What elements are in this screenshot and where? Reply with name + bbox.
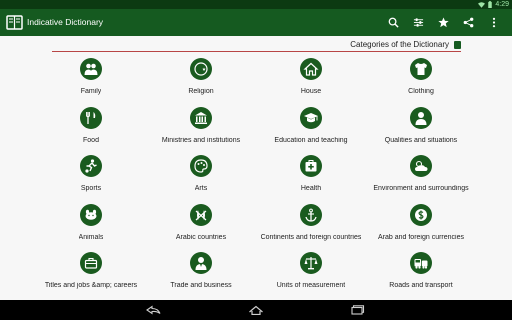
category-label: Qualities and situations bbox=[384, 136, 458, 144]
category-titles-jobs[interactable]: Titles and jobs &amp; careers bbox=[36, 248, 146, 297]
toolbar-actions bbox=[381, 14, 506, 31]
category-ministries[interactable]: Ministries and institutions bbox=[146, 103, 256, 152]
categories-grid: Family Religion House Clothing Food Mini… bbox=[36, 54, 476, 297]
category-label: Clothing bbox=[408, 88, 434, 95]
health-icon bbox=[300, 155, 322, 177]
category-label: Trade and business bbox=[170, 282, 232, 289]
share-icon bbox=[463, 17, 474, 28]
section-title: Categories of the Dictionary bbox=[350, 40, 449, 49]
animals-icon bbox=[80, 203, 102, 226]
category-religion[interactable]: Religion bbox=[146, 54, 256, 103]
recent-apps-icon bbox=[351, 305, 365, 315]
category-label: Sports bbox=[80, 185, 102, 192]
section-divider bbox=[52, 51, 461, 52]
system-navigation-bar bbox=[0, 300, 512, 320]
search-icon bbox=[388, 17, 399, 28]
clothing-icon bbox=[410, 58, 432, 80]
settings-sliders-icon bbox=[413, 18, 424, 27]
continents-icon bbox=[300, 203, 322, 226]
category-label: Religion bbox=[188, 88, 214, 95]
units-icon bbox=[300, 252, 322, 274]
category-health[interactable]: Health bbox=[256, 151, 366, 200]
wifi-icon bbox=[478, 1, 486, 8]
category-label: Arts bbox=[194, 185, 208, 192]
house-icon bbox=[300, 58, 322, 80]
ministries-icon bbox=[190, 106, 212, 129]
arabic-countries-icon bbox=[190, 203, 212, 226]
recent-apps-button[interactable] bbox=[333, 300, 383, 320]
section-header: Categories of the Dictionary bbox=[350, 40, 461, 49]
category-currencies[interactable]: Arab and foreign currencies bbox=[366, 200, 476, 249]
back-icon bbox=[146, 305, 161, 315]
status-time: 4:29 bbox=[495, 1, 509, 8]
app-book-icon[interactable] bbox=[6, 14, 23, 31]
category-label: Environment and surroundings bbox=[373, 185, 469, 192]
education-icon bbox=[300, 106, 322, 129]
category-environment[interactable]: Environment and surroundings bbox=[366, 151, 476, 200]
category-label: Units of measurement bbox=[276, 282, 346, 289]
category-label: Ministries and institutions bbox=[161, 136, 241, 144]
category-family[interactable]: Family bbox=[36, 54, 146, 103]
food-icon bbox=[80, 106, 102, 129]
status-indicators: 4:29 bbox=[478, 0, 509, 9]
overflow-menu-icon bbox=[492, 17, 495, 28]
favorite-button[interactable] bbox=[431, 14, 456, 31]
home-button[interactable] bbox=[231, 300, 281, 320]
category-label: Family bbox=[80, 88, 102, 95]
action-bar: Indicative Dictionary bbox=[0, 9, 512, 36]
trade-icon bbox=[190, 252, 212, 274]
category-arabic-countries[interactable]: Arabic countries bbox=[146, 200, 256, 249]
category-sports[interactable]: Sports bbox=[36, 151, 146, 200]
currencies-icon bbox=[410, 203, 432, 226]
qualities-icon bbox=[410, 106, 432, 129]
category-units[interactable]: Units of measurement bbox=[256, 248, 366, 297]
battery-icon bbox=[488, 1, 493, 8]
filter-button[interactable] bbox=[406, 14, 431, 31]
overflow-menu-button[interactable] bbox=[481, 14, 506, 31]
star-icon bbox=[438, 17, 449, 28]
environment-icon bbox=[410, 155, 432, 177]
category-label: Education and teaching bbox=[274, 136, 348, 144]
category-education[interactable]: Education and teaching bbox=[256, 103, 366, 152]
category-label: Continents and foreign countries bbox=[260, 233, 362, 241]
back-button[interactable] bbox=[129, 300, 179, 320]
religion-icon bbox=[190, 58, 212, 80]
transport-icon bbox=[410, 252, 432, 274]
status-bar: 4:29 bbox=[0, 0, 512, 9]
category-label: Animals bbox=[78, 233, 104, 241]
category-label: Arab and foreign currencies bbox=[378, 233, 464, 241]
category-label: Roads and transport bbox=[389, 282, 453, 289]
titles-jobs-icon bbox=[80, 252, 102, 274]
main-content: Categories of the Dictionary Family Reli… bbox=[0, 36, 512, 300]
category-arts[interactable]: Arts bbox=[146, 151, 256, 200]
category-label: Food bbox=[83, 136, 99, 144]
category-continents[interactable]: Continents and foreign countries bbox=[256, 200, 366, 249]
category-label: House bbox=[300, 88, 322, 95]
arts-icon bbox=[190, 155, 212, 177]
family-icon bbox=[80, 58, 102, 80]
category-animals[interactable]: Animals bbox=[36, 200, 146, 249]
category-label: Arabic countries bbox=[175, 233, 227, 241]
category-trade[interactable]: Trade and business bbox=[146, 248, 256, 297]
category-label: Health bbox=[300, 185, 322, 192]
sports-icon bbox=[80, 155, 102, 177]
dictionary-book-icon bbox=[454, 40, 461, 49]
search-button[interactable] bbox=[381, 14, 406, 31]
share-button[interactable] bbox=[456, 14, 481, 31]
category-house[interactable]: House bbox=[256, 54, 366, 103]
app-title: Indicative Dictionary bbox=[27, 17, 104, 27]
category-transport[interactable]: Roads and transport bbox=[366, 248, 476, 297]
category-qualities[interactable]: Qualities and situations bbox=[366, 103, 476, 152]
category-label: Titles and jobs &amp; careers bbox=[44, 282, 138, 289]
category-food[interactable]: Food bbox=[36, 103, 146, 152]
home-icon bbox=[249, 305, 263, 315]
category-clothing[interactable]: Clothing bbox=[366, 54, 476, 103]
